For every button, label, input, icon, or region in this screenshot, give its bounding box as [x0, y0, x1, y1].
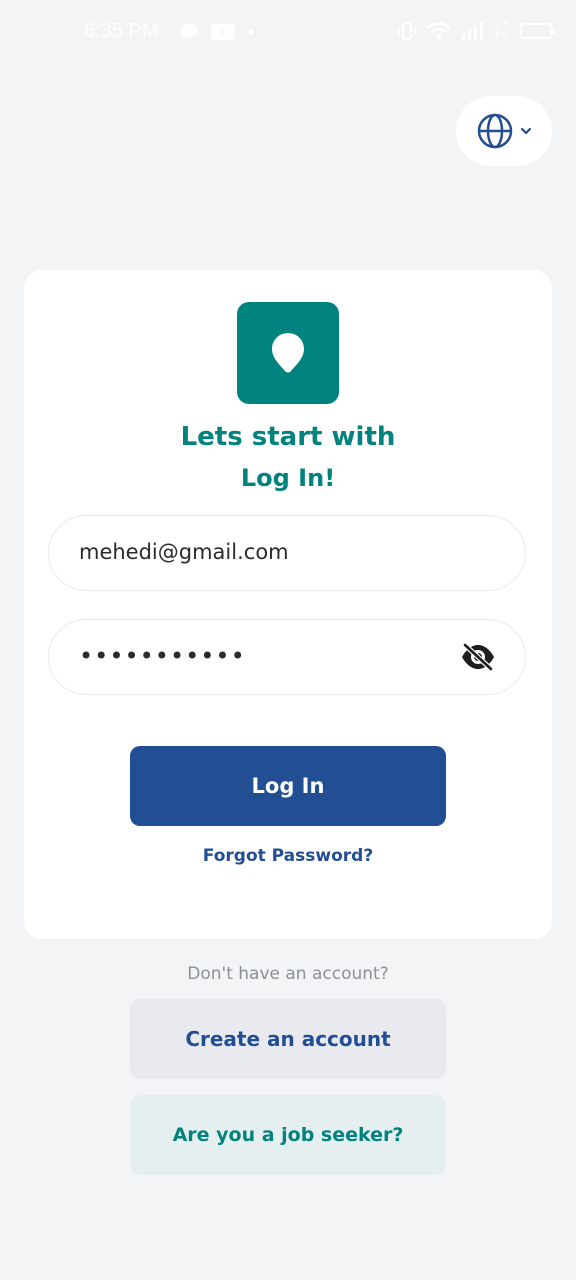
- battery-icon: [520, 23, 555, 39]
- email-input[interactable]: [79, 516, 459, 588]
- status-notification-icons: [178, 22, 256, 42]
- password-input[interactable]: [79, 620, 459, 692]
- network-speed: 2.5 K/s: [494, 21, 510, 41]
- status-time: 6:35 PM: [84, 20, 159, 42]
- login-card: Lets start with Log In! Log In Forgot Pa…: [24, 270, 552, 939]
- no-account-text: Don't have an account?: [187, 964, 389, 984]
- create-account-button[interactable]: Create an account: [130, 999, 446, 1079]
- map-pin-icon: [272, 333, 304, 373]
- globe-icon: [477, 113, 513, 149]
- status-system-icons: 2.5 K/s: [396, 20, 556, 42]
- chevron-down-icon: [520, 127, 532, 135]
- login-button[interactable]: Log In: [130, 746, 446, 826]
- wifi-icon: [427, 22, 451, 40]
- language-selector-button[interactable]: [456, 96, 552, 166]
- forgot-password-link[interactable]: Forgot Password?: [24, 846, 552, 866]
- email-field-container: [48, 515, 526, 591]
- heading-line-2: Log In!: [240, 464, 336, 492]
- job-seeker-button[interactable]: Are you a job seeker?: [130, 1095, 446, 1175]
- vibrate-icon: [398, 22, 416, 40]
- youtube-icon: [211, 24, 235, 40]
- password-field-container: [48, 619, 526, 695]
- eye-off-icon[interactable]: [459, 642, 497, 672]
- heading-line-1: Lets start with: [180, 422, 396, 452]
- dot-icon: [248, 29, 254, 35]
- signal-icon: [462, 22, 483, 40]
- app-logo: [237, 302, 339, 404]
- status-bar: 6:35 PM 2.5 K/s: [0, 0, 576, 64]
- chat-icon: [180, 24, 198, 40]
